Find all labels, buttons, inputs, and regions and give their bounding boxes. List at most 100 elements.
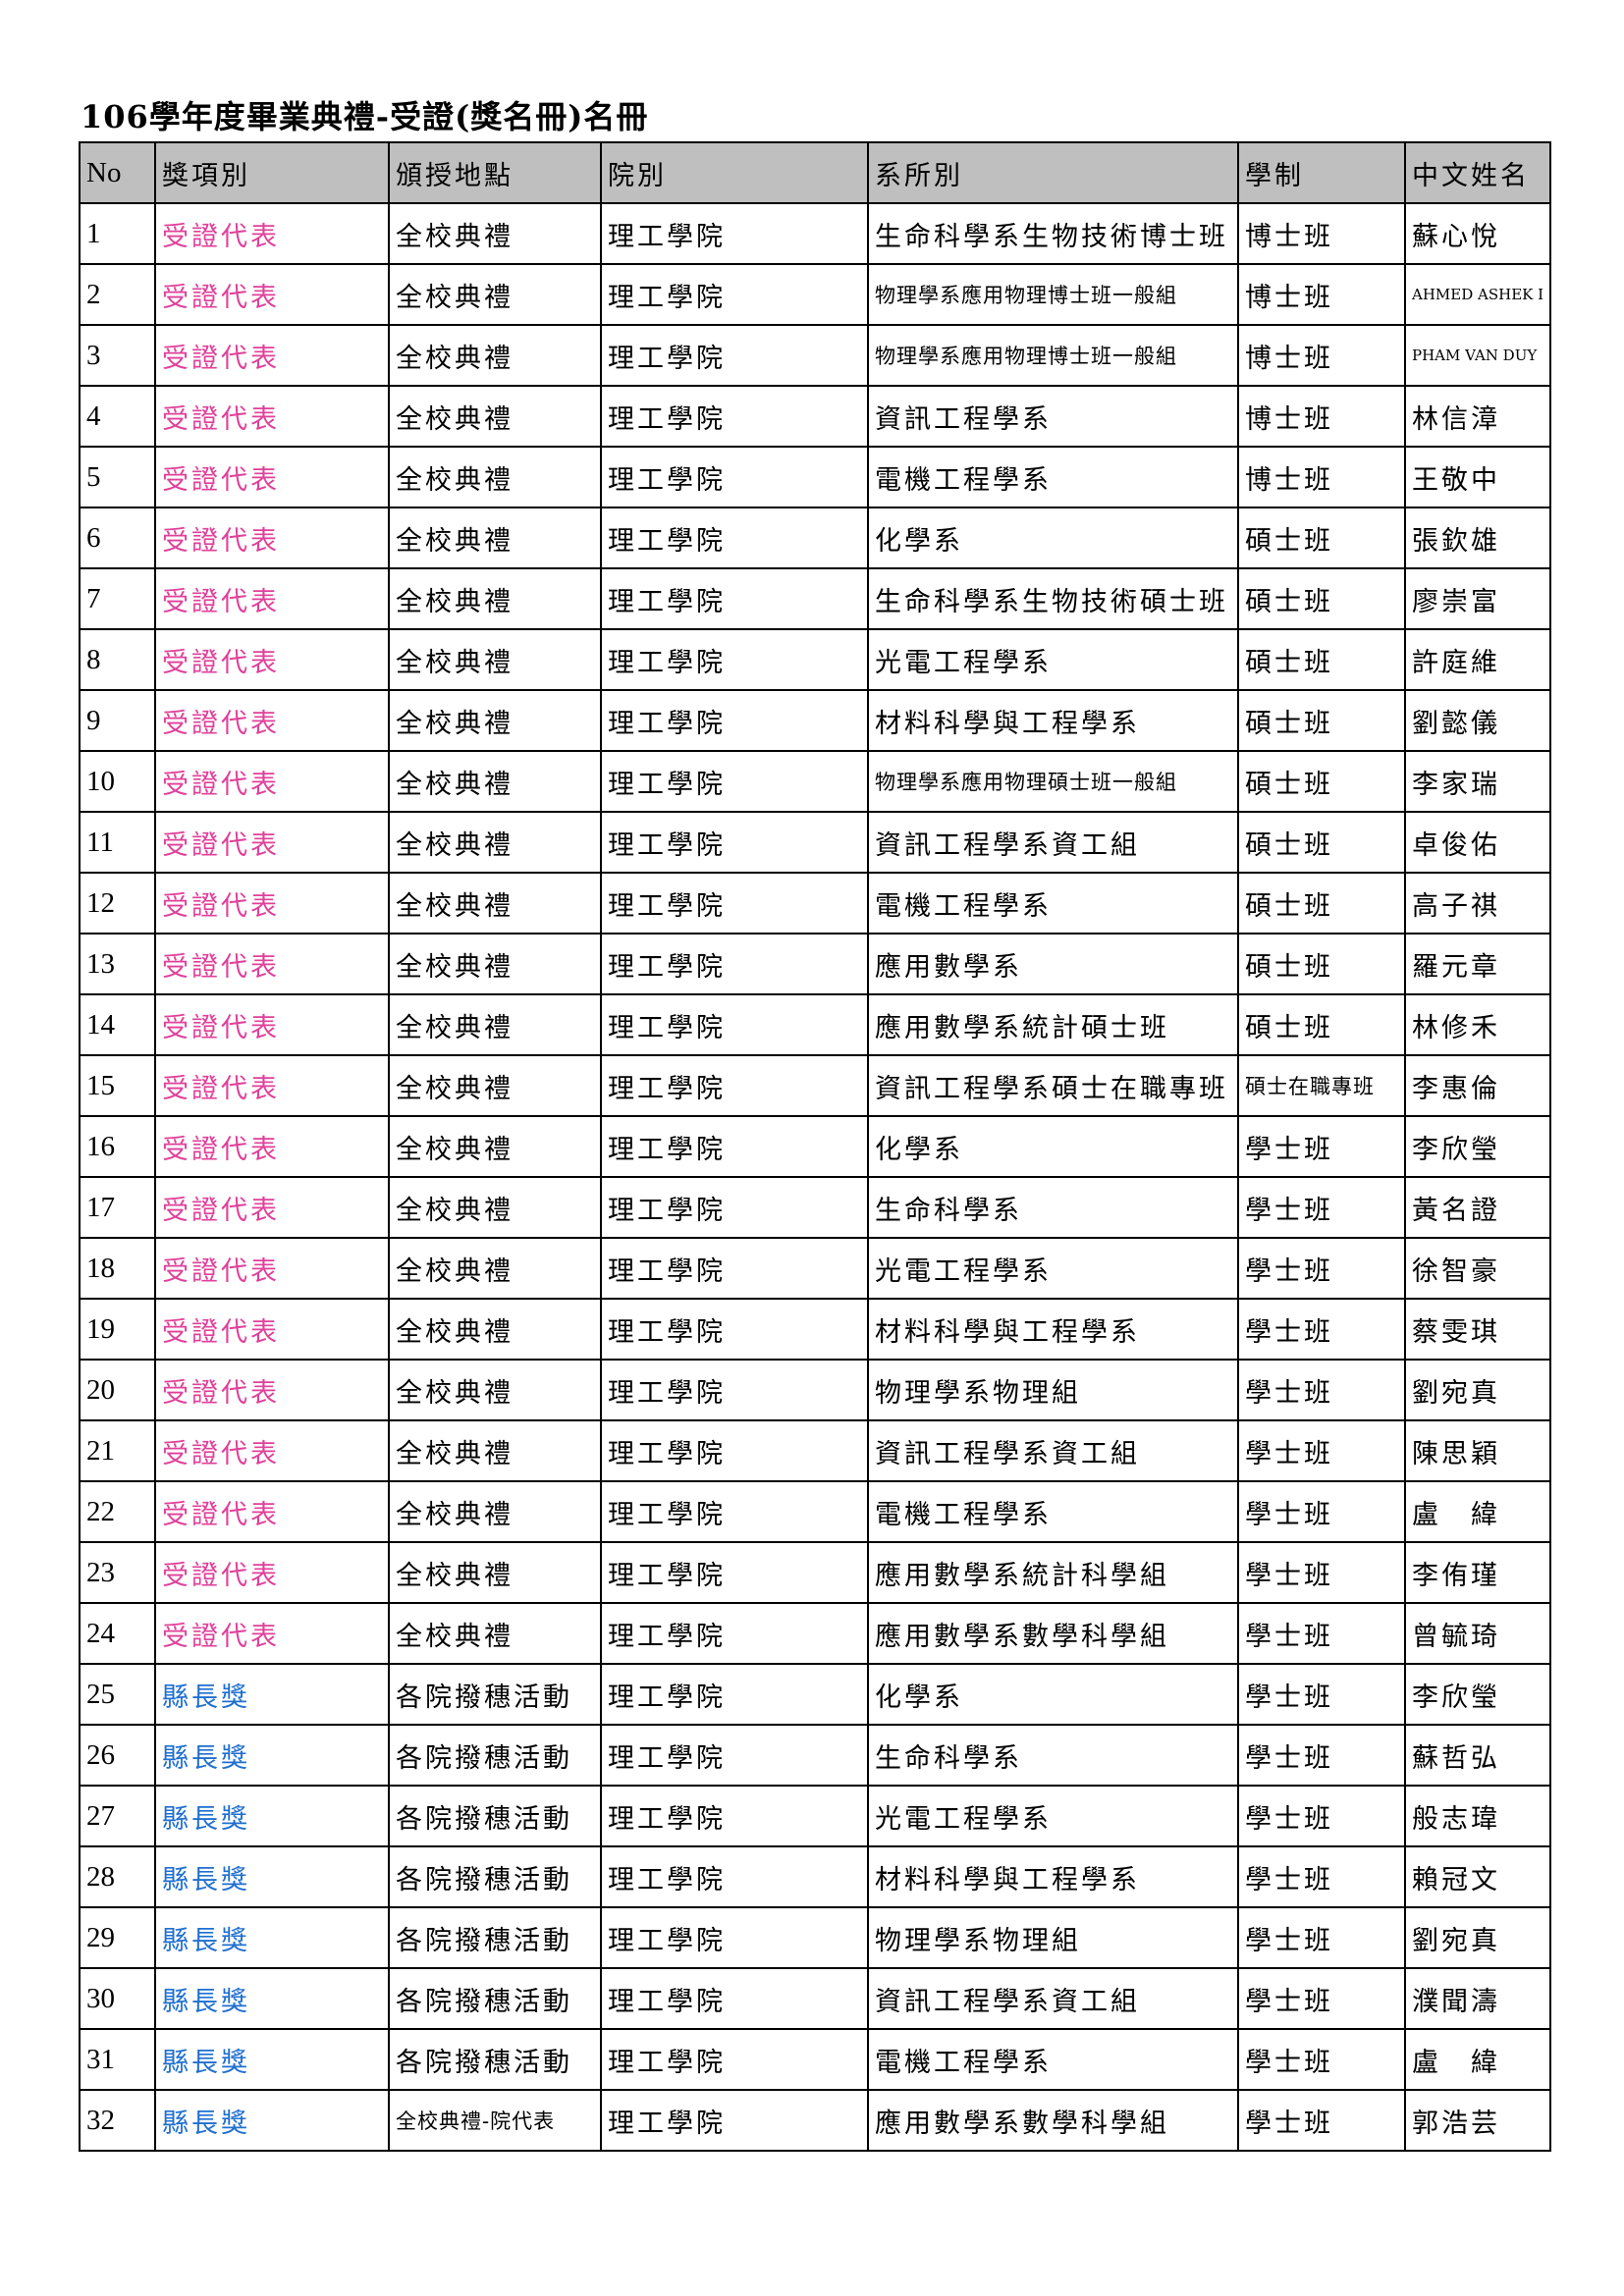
student-name-cell: 王敬中 bbox=[1404, 446, 1551, 508]
college-cell: 理工學院 bbox=[600, 1480, 869, 1543]
row-number-cell: 14 bbox=[79, 993, 156, 1056]
row-number-cell: 16 bbox=[79, 1115, 156, 1178]
column-header-venue: 頒授地點 bbox=[388, 141, 602, 204]
table-row: 19 受證代表 全校典禮 理工學院 材料科學與工程學系 學士班 蔡雯琪 bbox=[79, 1298, 1551, 1361]
row-number-cell: 29 bbox=[79, 1906, 156, 1969]
program-cell: 學士班 bbox=[1237, 2028, 1406, 2091]
row-number-cell: 18 bbox=[79, 1237, 156, 1300]
table-row: 5 受證代表 全校典禮 理工學院 電機工程學系 博士班 王敬中 bbox=[79, 446, 1551, 508]
department-cell: 化學系 bbox=[867, 507, 1239, 569]
department-cell: 化學系 bbox=[867, 1115, 1239, 1178]
table-row: 16 受證代表 全校典禮 理工學院 化學系 學士班 李欣瑩 bbox=[79, 1115, 1551, 1178]
row-number-cell: 25 bbox=[79, 1663, 156, 1726]
student-name-cell: 盧 緯 bbox=[1404, 1480, 1551, 1543]
row-number-cell: 1 bbox=[79, 202, 156, 265]
award-type-cell: 受證代表 bbox=[154, 1054, 390, 1117]
college-cell: 理工學院 bbox=[600, 689, 869, 752]
college-cell: 理工學院 bbox=[600, 385, 869, 448]
program-cell: 學士班 bbox=[1237, 1663, 1406, 1726]
program-cell: 學士班 bbox=[1237, 1115, 1406, 1178]
venue-cell: 全校典禮 bbox=[388, 1054, 602, 1117]
table-row: 20 受證代表 全校典禮 理工學院 物理學系物理組 學士班 劉宛真 bbox=[79, 1359, 1551, 1421]
column-header-college: 院別 bbox=[600, 141, 869, 204]
table-row: 21 受證代表 全校典禮 理工學院 資訊工程學系資工組 學士班 陳思穎 bbox=[79, 1419, 1551, 1482]
award-type-cell: 受證代表 bbox=[154, 324, 390, 387]
college-cell: 理工學院 bbox=[600, 507, 869, 569]
column-header-award: 獎項別 bbox=[154, 141, 390, 204]
award-type-cell: 受證代表 bbox=[154, 689, 390, 752]
program-cell: 博士班 bbox=[1237, 446, 1406, 508]
student-name-cell: 廖崇富 bbox=[1404, 567, 1551, 630]
row-number-cell: 27 bbox=[79, 1785, 156, 1847]
college-cell: 理工學院 bbox=[600, 1906, 869, 1969]
row-number-cell: 30 bbox=[79, 1967, 156, 2030]
student-name-cell: 陳思穎 bbox=[1404, 1419, 1551, 1482]
program-cell: 碩士班 bbox=[1237, 628, 1406, 691]
student-name-cell: AHMED ASHEK I bbox=[1404, 263, 1551, 326]
college-cell: 理工學院 bbox=[600, 1724, 869, 1787]
row-number-cell: 3 bbox=[79, 324, 156, 387]
award-type-cell: 縣長獎 bbox=[154, 1724, 390, 1787]
department-cell: 電機工程學系 bbox=[867, 872, 1239, 934]
column-header-name: 中文姓名 bbox=[1404, 141, 1551, 204]
table-header-row: No 獎項別 頒授地點 院別 系所別 學制 中文姓名 bbox=[79, 141, 1551, 204]
student-name-cell: 李家瑞 bbox=[1404, 750, 1551, 813]
award-type-cell: 受證代表 bbox=[154, 872, 390, 934]
student-name-cell: 黃名證 bbox=[1404, 1176, 1551, 1239]
program-cell: 學士班 bbox=[1237, 1906, 1406, 1969]
department-cell: 資訊工程學系資工組 bbox=[867, 811, 1239, 874]
column-header-no: No bbox=[79, 141, 156, 204]
student-name-cell: 高子祺 bbox=[1404, 872, 1551, 934]
award-table: No 獎項別 頒授地點 院別 系所別 學制 中文姓名 1 受證代表 全校典禮 理工學院… bbox=[79, 141, 1551, 2152]
student-name-cell: 賴冠文 bbox=[1404, 1845, 1551, 1908]
award-type-cell: 受證代表 bbox=[154, 933, 390, 995]
program-cell: 碩士班 bbox=[1237, 811, 1406, 874]
row-number-cell: 24 bbox=[79, 1602, 156, 1665]
department-cell: 資訊工程學系碩士在職專班 bbox=[867, 1054, 1239, 1117]
college-cell: 理工學院 bbox=[600, 872, 869, 934]
award-type-cell: 受證代表 bbox=[154, 507, 390, 569]
venue-cell: 各院撥穗活動 bbox=[388, 2028, 602, 2091]
row-number-cell: 31 bbox=[79, 2028, 156, 2091]
department-cell: 材料科學與工程學系 bbox=[867, 1845, 1239, 1908]
venue-cell: 各院撥穗活動 bbox=[388, 1967, 602, 2030]
department-cell: 電機工程學系 bbox=[867, 1480, 1239, 1543]
student-name-cell: 濮聞濤 bbox=[1404, 1967, 1551, 2030]
department-cell: 應用數學系數學科學組 bbox=[867, 1602, 1239, 1665]
department-cell: 電機工程學系 bbox=[867, 2028, 1239, 2091]
award-type-cell: 受證代表 bbox=[154, 567, 390, 630]
college-cell: 理工學院 bbox=[600, 1176, 869, 1239]
table-row: 12 受證代表 全校典禮 理工學院 電機工程學系 碩士班 高子祺 bbox=[79, 872, 1551, 934]
venue-cell: 全校典禮 bbox=[388, 933, 602, 995]
department-cell: 物理學系應用物理碩士班一般組 bbox=[867, 750, 1239, 813]
row-number-cell: 12 bbox=[79, 872, 156, 934]
program-cell: 學士班 bbox=[1237, 1176, 1406, 1239]
college-cell: 理工學院 bbox=[600, 1845, 869, 1908]
college-cell: 理工學院 bbox=[600, 263, 869, 326]
row-number-cell: 9 bbox=[79, 689, 156, 752]
program-cell: 學士班 bbox=[1237, 2089, 1406, 2152]
table-row: 3 受證代表 全校典禮 理工學院 物理學系應用物理博士班一般組 博士班 PHAM VAN D… bbox=[79, 324, 1551, 387]
row-number-cell: 32 bbox=[79, 2089, 156, 2152]
student-name-cell: 蔡雯琪 bbox=[1404, 1298, 1551, 1361]
venue-cell: 全校典禮 bbox=[388, 1602, 602, 1665]
row-number-cell: 5 bbox=[79, 446, 156, 508]
award-type-cell: 縣長獎 bbox=[154, 1845, 390, 1908]
venue-cell: 全校典禮 bbox=[388, 1176, 602, 1239]
department-cell: 生命科學系 bbox=[867, 1176, 1239, 1239]
program-cell: 學士班 bbox=[1237, 1845, 1406, 1908]
student-name-cell: PHAM VAN DUY bbox=[1404, 324, 1551, 387]
college-cell: 理工學院 bbox=[600, 1602, 869, 1665]
award-type-cell: 受證代表 bbox=[154, 993, 390, 1056]
program-cell: 碩士班 bbox=[1237, 507, 1406, 569]
department-cell: 資訊工程學系資工組 bbox=[867, 1419, 1239, 1482]
award-type-cell: 縣長獎 bbox=[154, 2028, 390, 2091]
table-row: 26 縣長獎 各院撥穗活動 理工學院 生命科學系 學士班 蘇哲弘 bbox=[79, 1724, 1551, 1787]
program-cell: 學士班 bbox=[1237, 1602, 1406, 1665]
program-cell: 學士班 bbox=[1237, 1359, 1406, 1421]
student-name-cell: 郭浩芸 bbox=[1404, 2089, 1551, 2152]
row-number-cell: 10 bbox=[79, 750, 156, 813]
department-cell: 化學系 bbox=[867, 1663, 1239, 1726]
table-row: 29 縣長獎 各院撥穗活動 理工學院 物理學系物理組 學士班 劉宛真 bbox=[79, 1906, 1551, 1969]
student-name-cell: 蘇哲弘 bbox=[1404, 1724, 1551, 1787]
